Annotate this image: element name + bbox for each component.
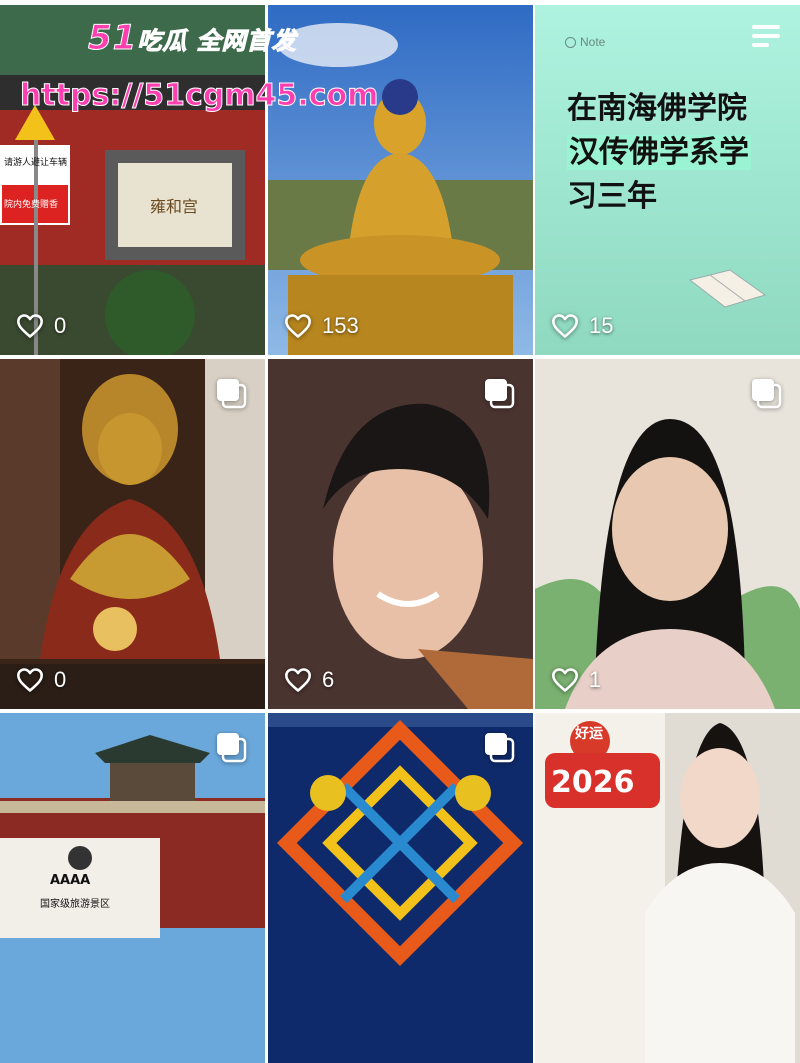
like-counter[interactable]: 15: [551, 313, 613, 339]
golden-buddha-photo: [268, 5, 533, 355]
grid-tile-new-year[interactable]: 好运 2026: [535, 713, 800, 1063]
like-counter[interactable]: 1: [551, 667, 601, 693]
like-counter[interactable]: 6: [284, 667, 334, 693]
heart-outline-icon: [17, 668, 43, 692]
watermark-url: https://51cgm45.com: [19, 78, 379, 114]
photo-grid: 请游人避让车辆 院内免费赠香 雍和宫 0 153 Note 在南海佛学院 汉传佛…: [0, 0, 800, 1063]
multi-image-icon: [217, 379, 247, 409]
like-count: 6: [322, 667, 335, 692]
note-line-1: 在南海佛学院: [567, 91, 747, 126]
smiling-man-photo: [268, 359, 533, 709]
note-text: 在南海佛学院 汉传佛学系学 习三年: [567, 87, 751, 219]
like-count: 0: [54, 313, 67, 338]
multi-image-icon: [752, 379, 782, 409]
heart-outline-icon: [552, 314, 578, 338]
grid-tile-smiling-man[interactable]: 6: [268, 359, 533, 709]
year-text: 2026: [551, 765, 635, 800]
like-counter[interactable]: 153: [284, 313, 359, 339]
note-line-2: 汉传佛学系学: [567, 135, 751, 170]
grid-tile-scenic-area[interactable]: AAAA 国家级旅游景区: [0, 713, 265, 1063]
rating-text: AAAA: [50, 873, 91, 888]
multi-image-icon: [485, 733, 515, 763]
grid-tile-woman-selfie[interactable]: 1: [535, 359, 800, 709]
like-count: 0: [54, 667, 67, 692]
scenic-name-text: 国家级旅游景区: [40, 899, 110, 910]
grid-tile-golden-buddha[interactable]: 153: [268, 5, 533, 355]
like-counter[interactable]: 0: [16, 313, 66, 339]
golden-statue-photo: [0, 359, 265, 709]
endless-knot-artwork: [268, 713, 533, 1063]
grid-tile-golden-statue[interactable]: 0: [0, 359, 265, 709]
note-line-3: 习三年: [567, 179, 657, 214]
like-count: 1: [589, 667, 602, 692]
grid-tile-note[interactable]: Note 在南海佛学院 汉传佛学系学 习三年 15: [535, 5, 800, 355]
sign-text-incense: 院内免费赠香: [4, 200, 59, 210]
plaque-text: 雍和宫: [150, 197, 199, 216]
heart-outline-icon: [552, 668, 578, 692]
heart-outline-icon: [17, 314, 43, 338]
badge-text: 好运: [575, 726, 603, 742]
note-label: Note: [565, 35, 605, 49]
note-ring-icon: [565, 36, 576, 48]
multi-image-icon: [217, 733, 247, 763]
like-count: 153: [322, 313, 359, 338]
multi-image-icon: [485, 379, 515, 409]
sign-text-vehicles: 请游人避让车辆: [4, 158, 68, 168]
heart-outline-icon: [285, 314, 311, 338]
like-count: 15: [589, 313, 614, 338]
grid-tile-endless-knot[interactable]: [268, 713, 533, 1063]
like-counter[interactable]: 0: [16, 667, 66, 693]
woman-selfie-photo: [535, 359, 800, 709]
menu-lines-icon[interactable]: [752, 25, 780, 52]
watermark-site-name: 51吃瓜 全网首发: [87, 18, 297, 59]
scenic-area-photo: [0, 713, 265, 1063]
heart-outline-icon: [285, 668, 311, 692]
